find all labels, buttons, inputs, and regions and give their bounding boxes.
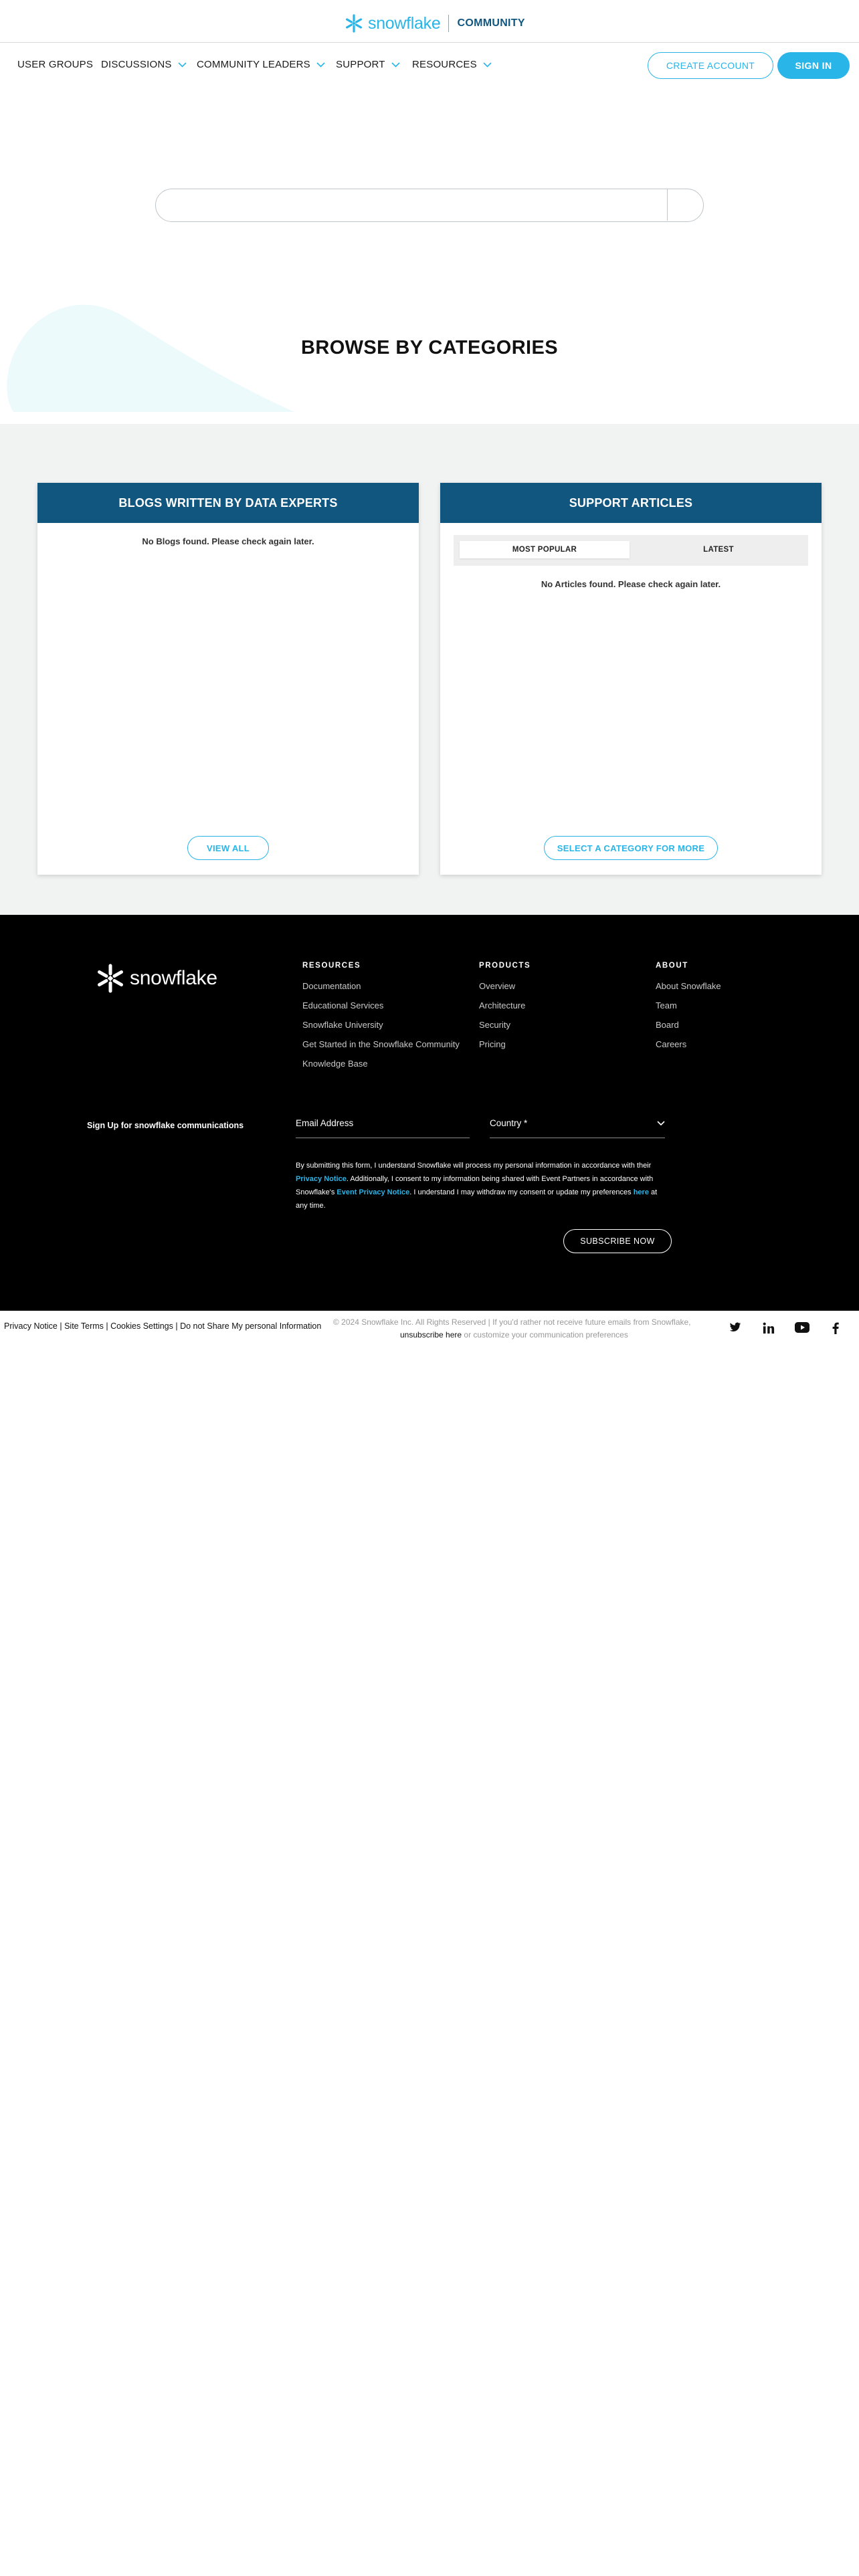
footer-link[interactable]: Knowledge Base — [302, 1059, 460, 1069]
legal-links[interactable]: Privacy Notice | Site Terms | Cookies Se… — [4, 1321, 321, 1331]
tab-most-popular[interactable]: MOST POPULAR — [460, 541, 630, 558]
footer: snowflake RESOURCES Documentation Educat… — [0, 915, 859, 1311]
country-select[interactable]: Country * — [490, 1115, 665, 1138]
customize-text[interactable]: or customize your communication preferen… — [462, 1330, 628, 1339]
chevron-down-icon — [483, 62, 492, 68]
search-input[interactable] — [169, 196, 664, 215]
footer-column-products: PRODUCTS Overview Architecture Security … — [479, 962, 531, 1059]
search-button[interactable] — [667, 189, 703, 221]
nav-user-groups[interactable]: USER GROUPS — [17, 59, 93, 70]
home-link[interactable]: snowflake COMMUNITY — [344, 13, 525, 33]
signup-label: Sign Up for snowflake communications — [87, 1121, 244, 1130]
privacy-notice-link[interactable]: Privacy Notice — [296, 1175, 347, 1183]
footer-heading: ABOUT — [656, 962, 688, 970]
nav-label: COMMUNITY LEADERS — [197, 59, 310, 70]
unsubscribe-line: unsubscribe here or customize your commu… — [400, 1329, 628, 1341]
snowflake-icon — [346, 14, 362, 33]
nav-label: USER GROUPS — [17, 59, 94, 70]
event-privacy-notice-link[interactable]: Event Privacy Notice — [337, 1188, 409, 1196]
footer-link[interactable]: Board — [656, 1020, 721, 1030]
consent-part: By submitting this form, I understand Sn… — [296, 1162, 652, 1170]
footer-link[interactable]: Careers — [656, 1039, 721, 1049]
footer-link[interactable]: Get Started in the Snowflake Community — [302, 1039, 460, 1049]
footer-column-about: ABOUT About Snowflake Team Board Careers — [656, 962, 721, 1059]
brand-bar: snowflake COMMUNITY — [0, 0, 859, 43]
nav-support[interactable]: SUPPORT — [336, 59, 400, 70]
search-bar — [155, 189, 704, 222]
blogs-empty-message: No Blogs found. Please check again later… — [142, 536, 314, 546]
consent-part: . I understand I may withdraw my consent… — [409, 1188, 634, 1196]
footer-link[interactable]: Overview — [479, 981, 531, 991]
support-articles-card: SUPPORT ARTICLES MOST POPULAR LATEST No … — [440, 483, 822, 875]
browse-categories-title: BROWSE BY CATEGORIES — [301, 337, 558, 358]
footer-column-resources: RESOURCES Documentation Educational Serv… — [302, 962, 460, 1078]
nav-label: RESOURCES — [412, 59, 477, 70]
footer-logo-text: snowflake — [130, 967, 217, 989]
support-card-title: SUPPORT ARTICLES — [440, 483, 822, 523]
nav-label: SUPPORT — [336, 59, 385, 70]
youtube-icon[interactable] — [795, 1322, 809, 1336]
chevron-down-icon — [177, 62, 187, 68]
preferences-here-link[interactable]: here — [634, 1188, 649, 1196]
nav-discussions[interactable]: DISCUSSIONS — [101, 59, 187, 70]
bottom-bar: Privacy Notice | Site Terms | Cookies Se… — [0, 1311, 859, 1351]
view-all-button[interactable]: VIEW ALL — [187, 836, 269, 860]
footer-link[interactable]: Documentation — [302, 981, 460, 991]
chevron-down-icon — [391, 62, 400, 68]
footer-link[interactable]: Team — [656, 1000, 721, 1010]
article-tabs: MOST POPULAR LATEST — [454, 535, 808, 566]
snowflake-logo: snowflake — [344, 13, 441, 33]
email-field[interactable]: Email Address — [296, 1115, 470, 1138]
footer-link[interactable]: Educational Services — [302, 1000, 460, 1010]
copyright-text: © 2024 Snowflake Inc. All Rights Reserve… — [333, 1317, 691, 1327]
subscribe-button[interactable]: SUBSCRIBE NOW — [563, 1229, 672, 1253]
footer-link[interactable]: Security — [479, 1020, 531, 1030]
community-label: COMMUNITY — [457, 17, 525, 29]
logo-text: snowflake — [368, 13, 441, 33]
tab-latest[interactable]: LATEST — [634, 541, 803, 558]
brand-divider — [448, 15, 450, 32]
articles-empty-message: No Articles found. Please check again la… — [541, 579, 721, 589]
snowflake-icon — [98, 964, 123, 993]
nav-resources[interactable]: RESOURCES — [412, 59, 492, 70]
footer-link[interactable]: Pricing — [479, 1039, 531, 1049]
email-field-label: Email Address — [296, 1118, 354, 1128]
country-select-label: Country * — [490, 1118, 528, 1128]
footer-link[interactable]: About Snowflake — [656, 981, 721, 991]
twitter-icon[interactable] — [729, 1322, 741, 1336]
nav-label: DISCUSSIONS — [101, 59, 172, 70]
facebook-icon[interactable] — [832, 1322, 839, 1337]
footer-heading: PRODUCTS — [479, 962, 531, 970]
chevron-down-icon — [316, 62, 325, 68]
nav-community-leaders[interactable]: COMMUNITY LEADERS — [197, 59, 325, 70]
create-account-button[interactable]: CREATE ACCOUNT — [648, 52, 773, 79]
select-category-button[interactable]: SELECT A CATEGORY FOR MORE — [544, 836, 718, 860]
footer-heading: RESOURCES — [302, 962, 361, 970]
blogs-card-title: BLOGS WRITTEN BY DATA EXPERTS — [37, 483, 419, 523]
footer-logo[interactable]: snowflake — [95, 963, 217, 994]
unsubscribe-link[interactable]: unsubscribe here — [400, 1330, 462, 1339]
linkedin-icon[interactable] — [763, 1322, 775, 1337]
blogs-card: BLOGS WRITTEN BY DATA EXPERTS No Blogs f… — [37, 483, 419, 875]
sign-in-button[interactable]: SIGN IN — [777, 52, 850, 79]
footer-link[interactable]: Snowflake University — [302, 1020, 460, 1030]
chevron-down-icon — [657, 1121, 665, 1126]
consent-text: By submitting this form, I understand Sn… — [296, 1159, 670, 1212]
footer-link[interactable]: Architecture — [479, 1000, 531, 1010]
